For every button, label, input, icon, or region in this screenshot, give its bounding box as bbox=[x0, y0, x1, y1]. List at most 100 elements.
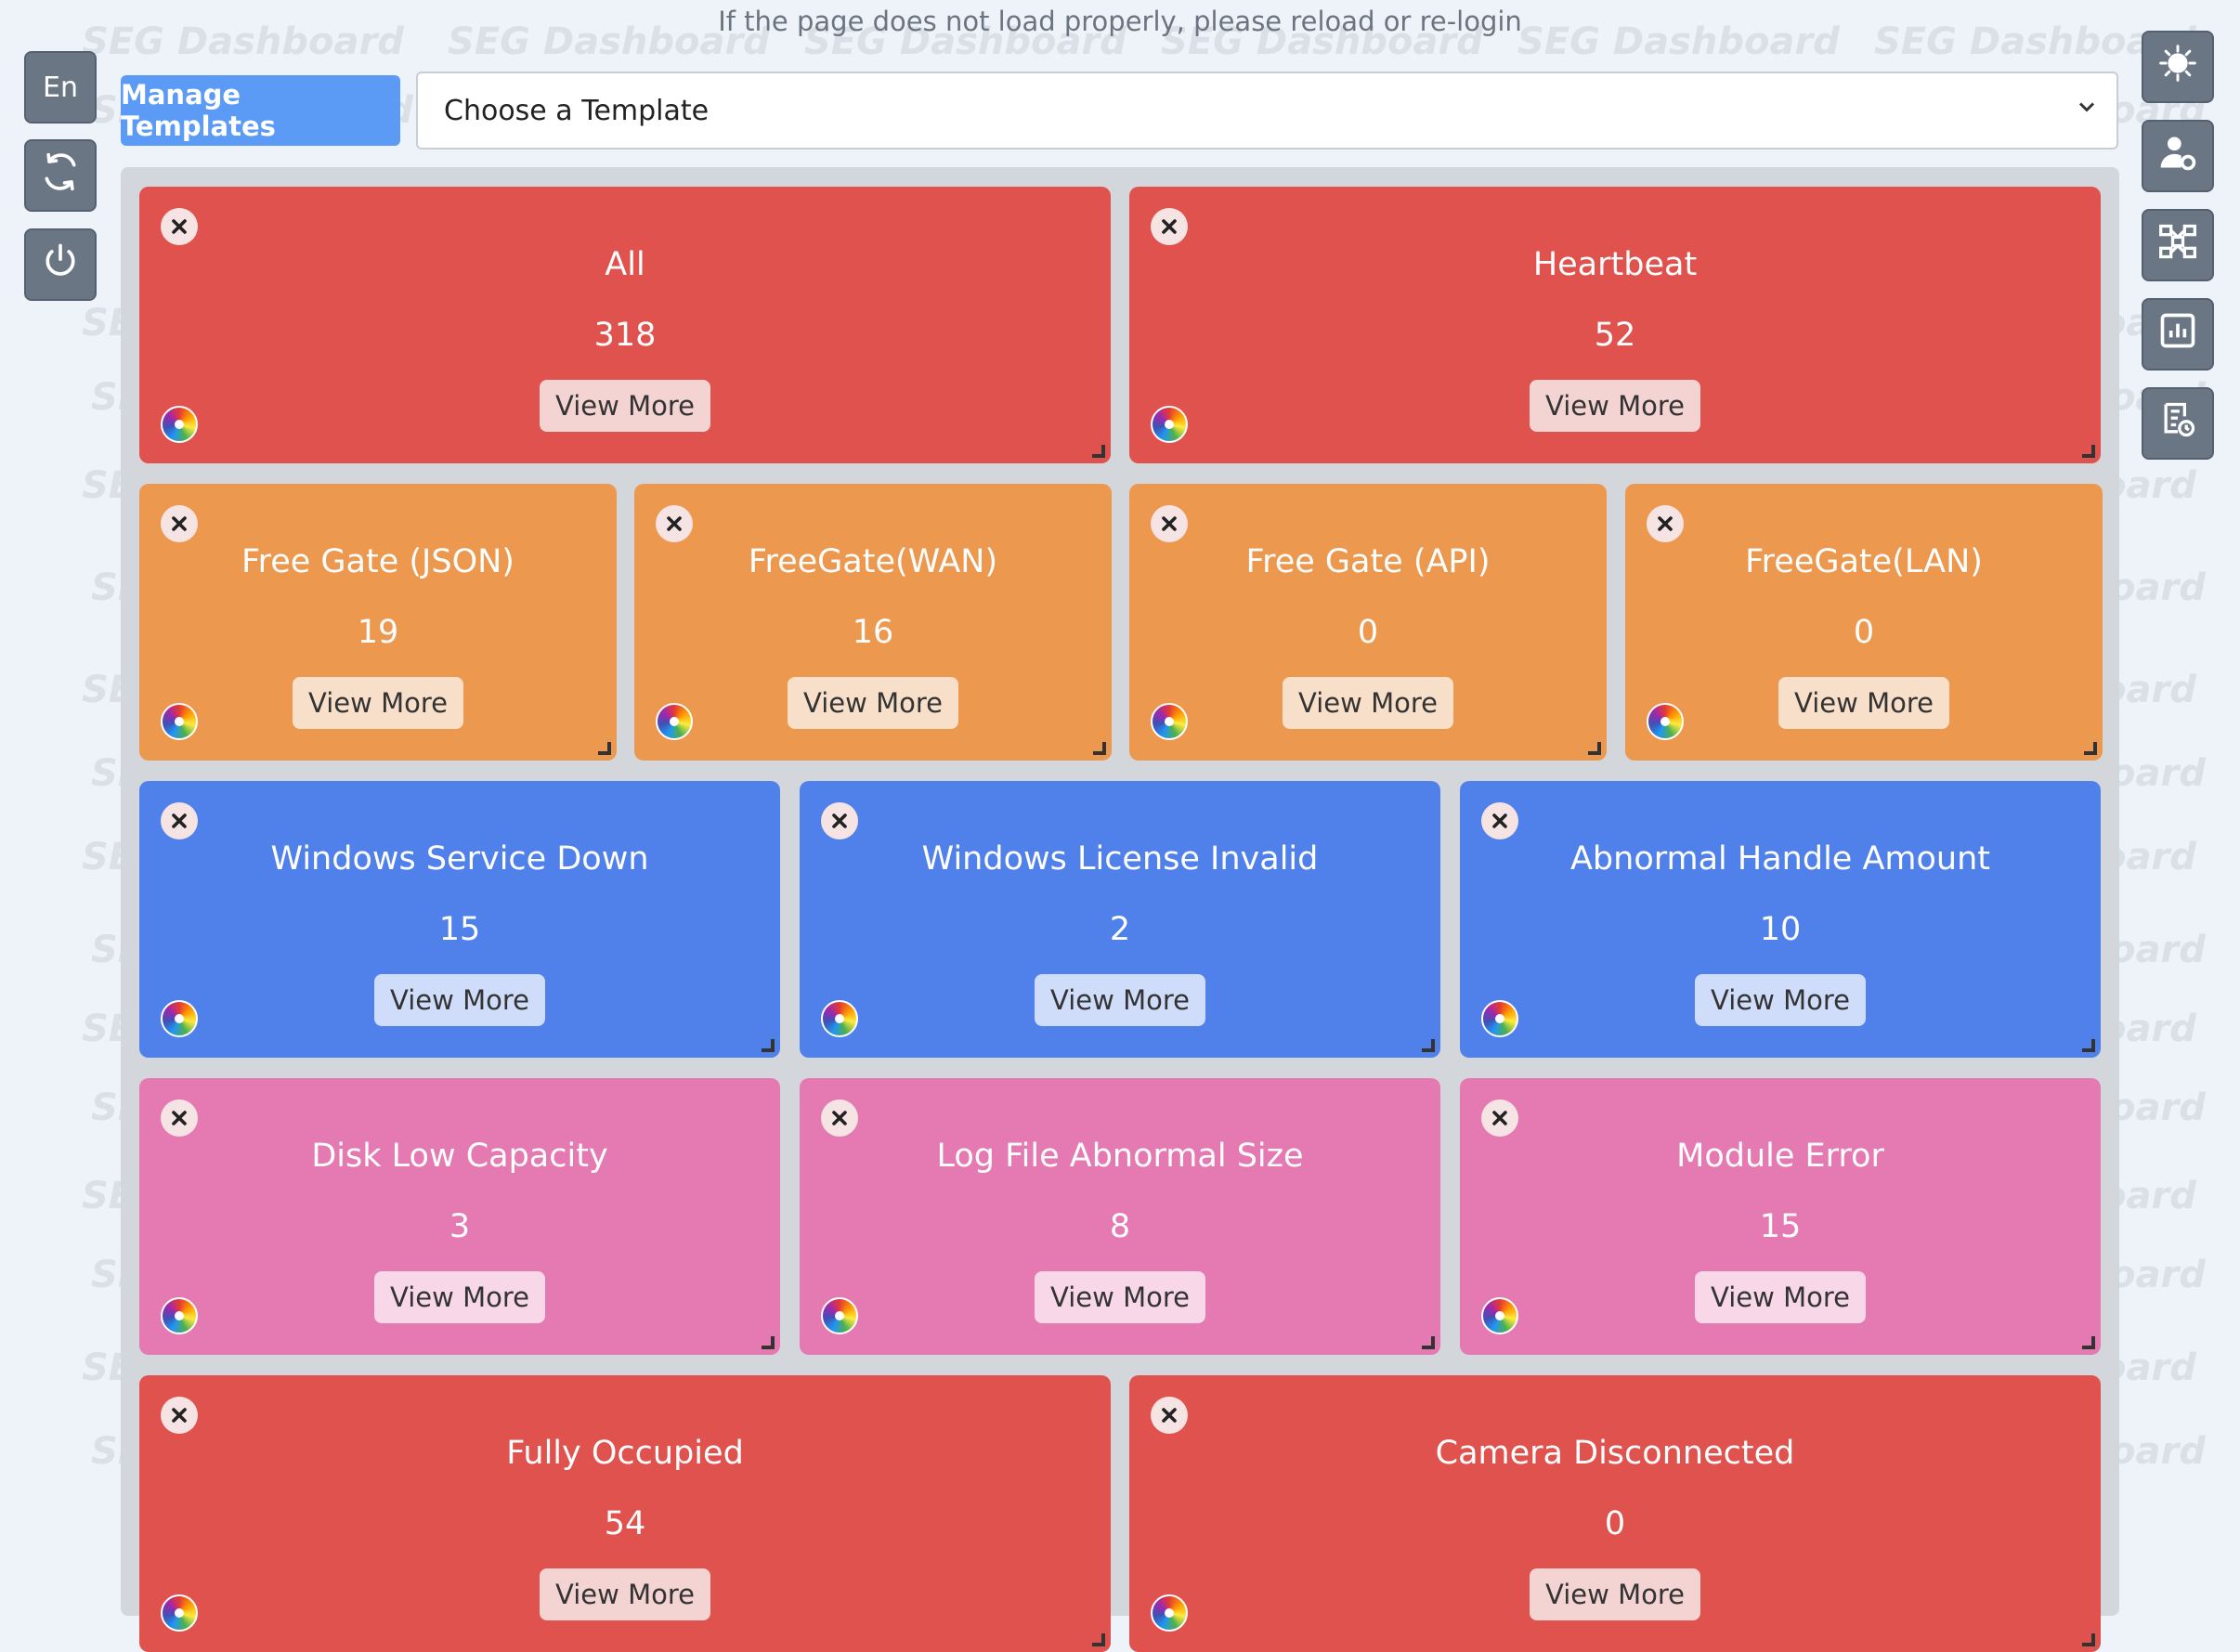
tile-count: 8 bbox=[1109, 1208, 1131, 1245]
alert-tile[interactable]: All 318 View More bbox=[139, 187, 1111, 463]
view-more-button[interactable]: View More bbox=[1035, 1271, 1205, 1323]
close-tile-button[interactable] bbox=[161, 1397, 198, 1434]
debug-button[interactable] bbox=[2142, 31, 2214, 103]
close-tile-button[interactable] bbox=[161, 802, 198, 839]
resize-handle-icon[interactable] bbox=[1092, 1633, 1105, 1646]
close-tile-button[interactable] bbox=[161, 505, 198, 542]
view-more-button[interactable]: View More bbox=[1283, 677, 1453, 729]
view-more-button[interactable]: View More bbox=[540, 380, 710, 432]
log-settings-icon bbox=[2157, 399, 2198, 448]
view-more-button[interactable]: View More bbox=[1695, 1271, 1866, 1323]
resize-handle-icon[interactable] bbox=[2082, 445, 2095, 458]
network-icon bbox=[2157, 221, 2198, 269]
alert-tile[interactable]: Fully Occupied 54 View More bbox=[139, 1375, 1111, 1652]
template-select[interactable]: Choose a Template bbox=[416, 72, 2118, 150]
power-icon bbox=[40, 241, 81, 289]
reload-notice: If the page does not load properly, plea… bbox=[718, 6, 1522, 37]
close-tile-button[interactable] bbox=[1151, 505, 1188, 542]
close-icon bbox=[832, 1111, 847, 1125]
view-more-button[interactable]: View More bbox=[293, 677, 463, 729]
alert-tile[interactable]: Windows License Invalid 2 View More bbox=[800, 781, 1440, 1058]
resize-handle-icon[interactable] bbox=[2082, 1336, 2095, 1349]
close-tile-button[interactable] bbox=[656, 505, 693, 542]
color-picker-icon[interactable] bbox=[1647, 703, 1684, 740]
color-picker-icon[interactable] bbox=[161, 703, 198, 740]
tile-count: 10 bbox=[1759, 911, 1802, 948]
network-button[interactable] bbox=[2142, 209, 2214, 281]
close-tile-button[interactable] bbox=[821, 802, 858, 839]
color-picker-icon[interactable] bbox=[161, 1000, 198, 1037]
close-tile-button[interactable] bbox=[1647, 505, 1684, 542]
color-picker-icon[interactable] bbox=[161, 1594, 198, 1632]
resize-handle-icon[interactable] bbox=[1422, 1336, 1435, 1349]
refresh-button[interactable] bbox=[24, 139, 97, 212]
color-picker-icon[interactable] bbox=[821, 1000, 858, 1037]
view-more-button[interactable]: View More bbox=[1530, 380, 1700, 432]
alert-tile[interactable]: FreeGate(LAN) 0 View More bbox=[1625, 484, 2103, 761]
tile-title: Abnormal Handle Amount bbox=[1569, 840, 1990, 878]
alert-tile[interactable]: Camera Disconnected 0 View More bbox=[1129, 1375, 2101, 1652]
close-icon bbox=[172, 1408, 187, 1423]
close-tile-button[interactable] bbox=[1151, 208, 1188, 245]
close-icon bbox=[1492, 813, 1507, 828]
tile-title: Heartbeat bbox=[1532, 246, 1698, 283]
view-more-button[interactable]: View More bbox=[540, 1568, 710, 1620]
alert-tile[interactable]: Heartbeat 52 View More bbox=[1129, 187, 2101, 463]
close-tile-button[interactable] bbox=[1481, 802, 1518, 839]
user-settings-button[interactable] bbox=[2142, 120, 2214, 192]
view-more-button[interactable]: View More bbox=[788, 677, 958, 729]
resize-handle-icon[interactable] bbox=[1588, 742, 1601, 755]
alert-tile[interactable]: Windows Service Down 15 View More bbox=[139, 781, 780, 1058]
view-more-button[interactable]: View More bbox=[1035, 974, 1205, 1026]
resize-handle-icon[interactable] bbox=[2082, 1039, 2095, 1052]
view-more-button[interactable]: View More bbox=[374, 1271, 545, 1323]
color-picker-icon[interactable] bbox=[1151, 1594, 1188, 1632]
color-picker-icon[interactable] bbox=[1481, 1000, 1518, 1037]
tile-title: Windows License Invalid bbox=[921, 840, 1319, 878]
manage-templates-button[interactable]: Manage Templates bbox=[121, 75, 400, 146]
color-picker-icon[interactable] bbox=[656, 703, 693, 740]
resize-handle-icon[interactable] bbox=[2082, 1633, 2095, 1646]
close-tile-button[interactable] bbox=[161, 208, 198, 245]
view-more-button[interactable]: View More bbox=[1778, 677, 1949, 729]
color-picker-icon[interactable] bbox=[161, 406, 198, 443]
alert-tile[interactable]: Free Gate (JSON) 19 View More bbox=[139, 484, 617, 761]
tile-count: 0 bbox=[1604, 1505, 1626, 1542]
logout-button[interactable] bbox=[24, 228, 97, 301]
tile-title: Windows Service Down bbox=[270, 840, 649, 878]
color-picker-icon[interactable] bbox=[1151, 703, 1188, 740]
alert-tile[interactable]: Log File Abnormal Size 8 View More bbox=[800, 1078, 1440, 1355]
color-picker-icon[interactable] bbox=[821, 1297, 858, 1334]
view-more-button[interactable]: View More bbox=[374, 974, 545, 1026]
resize-handle-icon[interactable] bbox=[762, 1039, 775, 1052]
color-picker-icon[interactable] bbox=[1151, 406, 1188, 443]
alert-tile[interactable]: Free Gate (API) 0 View More bbox=[1129, 484, 1607, 761]
resize-handle-icon[interactable] bbox=[1093, 742, 1106, 755]
alert-tile[interactable]: Module Error 15 View More bbox=[1460, 1078, 2101, 1355]
resize-handle-icon[interactable] bbox=[1092, 445, 1105, 458]
close-tile-button[interactable] bbox=[161, 1099, 198, 1137]
view-more-button[interactable]: View More bbox=[1530, 1568, 1700, 1620]
alert-tile[interactable]: FreeGate(WAN) 16 View More bbox=[634, 484, 1112, 761]
tile-title: Fully Occupied bbox=[506, 1435, 744, 1472]
language-button[interactable]: En bbox=[24, 51, 97, 124]
log-settings-button[interactable] bbox=[2142, 387, 2214, 460]
report-button[interactable] bbox=[2142, 298, 2214, 371]
resize-handle-icon[interactable] bbox=[1422, 1039, 1435, 1052]
color-picker-icon[interactable] bbox=[161, 1297, 198, 1334]
close-tile-button[interactable] bbox=[821, 1099, 858, 1137]
tile-count: 15 bbox=[1759, 1208, 1802, 1245]
close-tile-button[interactable] bbox=[1481, 1099, 1518, 1137]
resize-handle-icon[interactable] bbox=[598, 742, 611, 755]
color-picker-icon[interactable] bbox=[1481, 1297, 1518, 1334]
tile-title: All bbox=[605, 246, 645, 283]
view-more-button[interactable]: View More bbox=[1695, 974, 1866, 1026]
alert-tile[interactable]: Abnormal Handle Amount 10 View More bbox=[1460, 781, 2101, 1058]
alert-tile[interactable]: Disk Low Capacity 3 View More bbox=[139, 1078, 780, 1355]
close-icon bbox=[1162, 219, 1177, 234]
resize-handle-icon[interactable] bbox=[762, 1336, 775, 1349]
tile-count: 318 bbox=[593, 317, 657, 354]
tile-count: 19 bbox=[357, 614, 399, 651]
resize-handle-icon[interactable] bbox=[2084, 742, 2097, 755]
close-tile-button[interactable] bbox=[1151, 1397, 1188, 1434]
